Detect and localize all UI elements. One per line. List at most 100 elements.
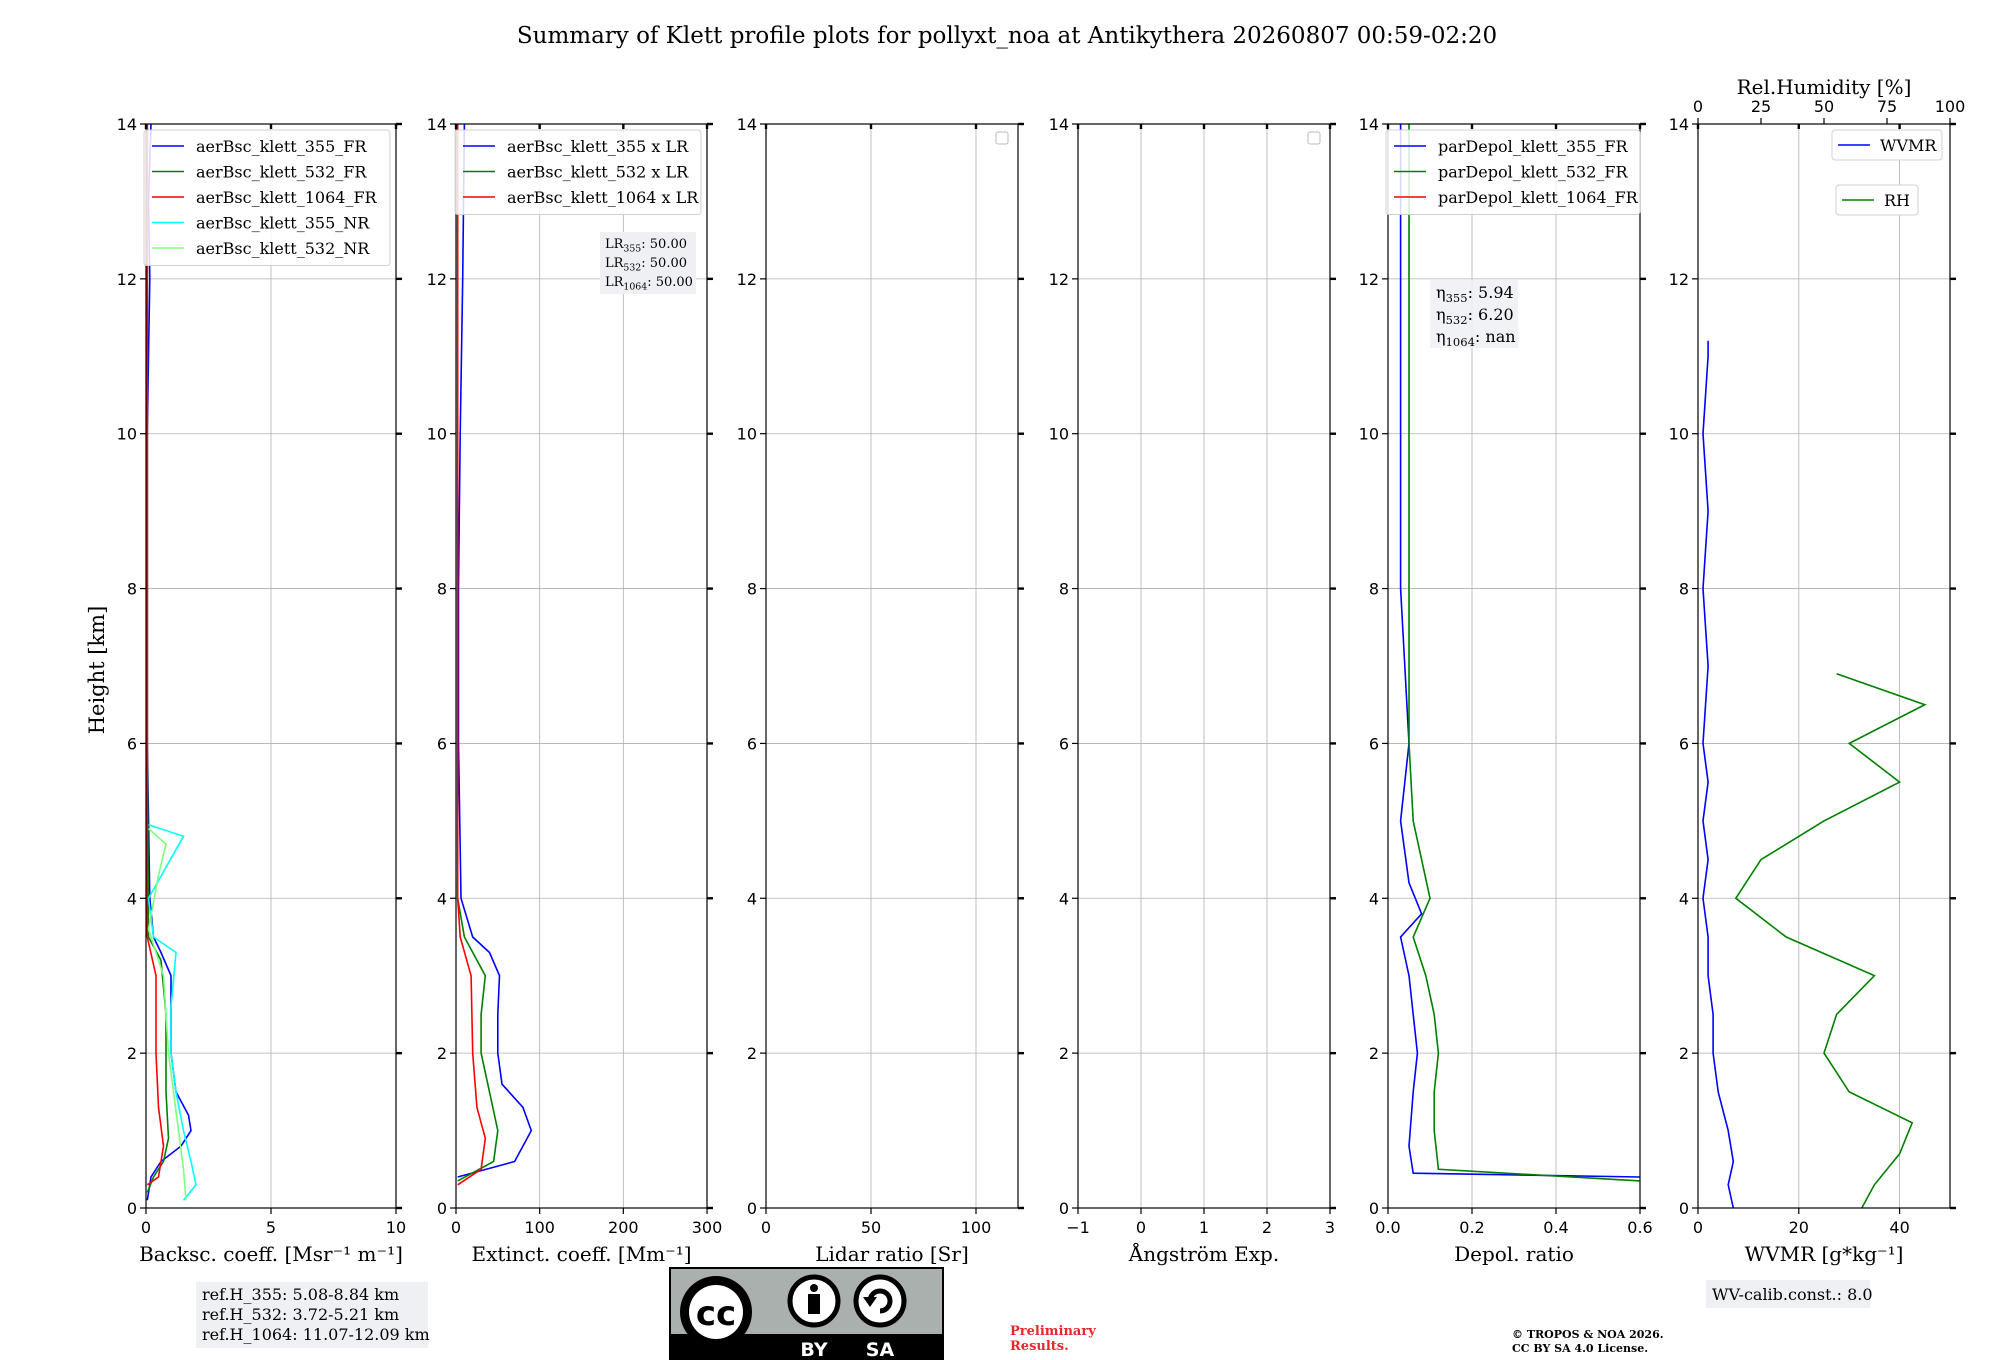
cc-text: cc [696, 1294, 736, 1334]
x-tick-label-ext: 300 [692, 1218, 723, 1237]
y-tick-label-wv: 6 [1679, 734, 1689, 753]
series-line-wv-0 [1702, 340, 1735, 1209]
legend-label-bsc-2: aerBsc_klett_1064_FR [196, 188, 378, 207]
y-tick-label-ext: 0 [437, 1199, 447, 1218]
legend-label-bsc-0: aerBsc_klett_355_FR [196, 137, 367, 156]
y-axis-label: Height [km] [85, 606, 109, 735]
panel-bsc: 0 5 10 0 2 4 6 8 10 12 14 Backsc. coeff. [Msr⁻¹ m⁻¹… [117, 115, 430, 1348]
y-tick-label-depol: 6 [1369, 734, 1379, 753]
panel-ext: 0 100 200 300 0 2 4 6 8 10 12 14 Extinct. coeff. [Mm… [427, 115, 723, 1266]
cc-license-badge[interactable]: cc BY SA [669, 1267, 944, 1360]
top-x-tick-label-wv: 50 [1814, 97, 1834, 116]
y-tick-label-bsc: 10 [117, 425, 137, 444]
y-tick-label-lr: 6 [747, 734, 757, 753]
y-tick-label-ext: 2 [437, 1044, 447, 1063]
y-tick-label-depol: 8 [1369, 580, 1379, 599]
y-tick-label-ae: 0 [1059, 1199, 1069, 1218]
series-line-wv-1 [1734, 672, 1927, 1209]
x-tick-label-ext: 0 [451, 1218, 461, 1237]
panel-ae: −1 0 1 2 302468101214Ångström Exp. [1049, 115, 1336, 1266]
x-tick-label-wv: 40 [1889, 1218, 1909, 1237]
y-tick-label-wv: 0 [1679, 1199, 1689, 1218]
legend-label-depol-2: parDepol_klett_1064_FR [1438, 188, 1639, 207]
y-tick-label-depol: 14 [1359, 115, 1379, 134]
annotation-text-ext: LR1064: 50.00 [605, 275, 693, 292]
y-tick-label-ext: 12 [427, 270, 447, 289]
y-tick-label-ae: 8 [1059, 580, 1069, 599]
y-tick-label-ext: 6 [437, 734, 447, 753]
y-tick-label-lr: 0 [747, 1199, 757, 1218]
x-tick-label-depol: 0.4 [1543, 1218, 1568, 1237]
x-axis-label-ext: Extinct. coeff. [Mm⁻¹] [471, 1242, 691, 1266]
y-tick-label-depol: 10 [1359, 425, 1379, 444]
top-x-tick-label-wv: 25 [1751, 97, 1771, 116]
legend-label-depol-0: parDepol_klett_355_FR [1438, 137, 1629, 156]
cc-sa-text: SA [866, 1339, 895, 1360]
y-tick-label-ext: 4 [437, 889, 447, 908]
series-line-ext-1 [456, 124, 499, 1182]
y-tick-label-wv: 8 [1679, 580, 1689, 599]
y-tick-label-depol: 12 [1359, 270, 1379, 289]
preliminary-line-1: Preliminary [1010, 1324, 1096, 1339]
copyright-line-1: © TROPOS & NOA 2026. [1512, 1328, 1664, 1341]
y-tick-label-ae: 14 [1049, 115, 1069, 134]
panel-depol: 0.0 0.2 0.4 0.6 0 2 4 6 8 10 12 14 Depol. ratio parDe… [1359, 115, 1653, 1266]
y-tick-label-bsc: 0 [127, 1199, 137, 1218]
y-tick-label-bsc: 14 [117, 115, 137, 134]
y-tick-label-bsc: 6 [127, 734, 137, 753]
annotation-text-ext: LR532: 50.00 [605, 256, 687, 273]
y-tick-label-wv: 2 [1679, 1044, 1689, 1063]
cc-by-text: BY [800, 1339, 827, 1360]
x-axis-label-wv: WVMR [g*kg⁻¹] [1745, 1242, 1904, 1266]
legend-label-ext-1: aerBsc_klett_532 x LR [507, 163, 689, 182]
y-tick-label-wv: 12 [1669, 270, 1689, 289]
panel-lr: 0 50 100 0 2 4 6 8 10 12 14 Lidar ratio [Sr] [737, 115, 1024, 1266]
preliminary-line-2: Results. [1010, 1339, 1069, 1354]
x-tick-label-ext: 100 [524, 1218, 555, 1237]
legend-label-ext-0: aerBsc_klett_355 x LR [507, 137, 689, 156]
y-tick-label-ae: 6 [1059, 734, 1069, 753]
x-tick-label-lr: 100 [961, 1218, 992, 1237]
legend-label-wv-1: RH [1884, 191, 1910, 210]
copyright-line-2: CC BY SA 4.0 License. [1512, 1342, 1648, 1355]
x-axis-label-depol: Depol. ratio [1454, 1242, 1574, 1266]
y-tick-label-bsc: 8 [127, 580, 137, 599]
x-axis-label-ae: Ångström Exp. [1128, 1241, 1279, 1266]
x-tick-label-lr: 0 [761, 1218, 771, 1237]
legend-label-bsc-1: aerBsc_klett_532_FR [196, 163, 367, 182]
y-tick-label-bsc: 2 [127, 1044, 137, 1063]
legend-label-ext-2: aerBsc_klett_1064 x LR [507, 188, 699, 207]
x-tick-label-bsc: 10 [386, 1218, 406, 1237]
annotation-text-bsc: ref.H_1064: 11.07-12.09 km [202, 1325, 430, 1344]
x-tick-label-ae: −1 [1066, 1218, 1090, 1237]
x-tick-label-ext: 200 [608, 1218, 639, 1237]
y-tick-label-lr: 14 [737, 115, 757, 134]
x-tick-label-bsc: 0 [141, 1218, 151, 1237]
x-tick-label-ae: 2 [1262, 1218, 1272, 1237]
x-tick-label-ae: 0 [1136, 1218, 1146, 1237]
x-tick-label-depol: 0.6 [1627, 1218, 1652, 1237]
y-tick-label-lr: 12 [737, 270, 757, 289]
top-x-tick-label-wv: 75 [1877, 97, 1897, 116]
figure: Summary of Klett profile plots for polly… [85, 23, 1965, 1360]
y-tick-label-ae: 2 [1059, 1044, 1069, 1063]
y-tick-label-lr: 2 [747, 1044, 757, 1063]
annotation-text-bsc: ref.H_532: 3.72-5.21 km [202, 1305, 399, 1324]
y-tick-label-ae: 4 [1059, 889, 1069, 908]
empty-legend-ae [1307, 131, 1321, 145]
y-tick-label-depol: 0 [1369, 1199, 1379, 1218]
y-tick-label-bsc: 12 [117, 270, 137, 289]
series-line-bsc-0 [146, 123, 192, 1201]
annotation-text-wv: WV-calib.const.: 8.0 [1712, 1285, 1873, 1304]
x-axis-label-bsc: Backsc. coeff. [Msr⁻¹ m⁻¹] [139, 1242, 403, 1266]
y-tick-label-wv: 10 [1669, 425, 1689, 444]
y-tick-label-depol: 4 [1369, 889, 1379, 908]
y-tick-label-depol: 2 [1369, 1044, 1379, 1063]
legend-label-wv-0: WVMR [1880, 136, 1937, 155]
y-tick-label-wv: 14 [1669, 115, 1689, 134]
plots: 0 5 1002468101214Backsc. coeff. [Msr⁻¹ m⁻¹… [117, 75, 1965, 1348]
y-tick-label-ext: 10 [427, 425, 447, 444]
x-tick-label-depol: 0.0 [1375, 1218, 1400, 1237]
figure-title: Summary of Klett profile plots for polly… [517, 23, 1497, 49]
y-tick-label-lr: 10 [737, 425, 757, 444]
